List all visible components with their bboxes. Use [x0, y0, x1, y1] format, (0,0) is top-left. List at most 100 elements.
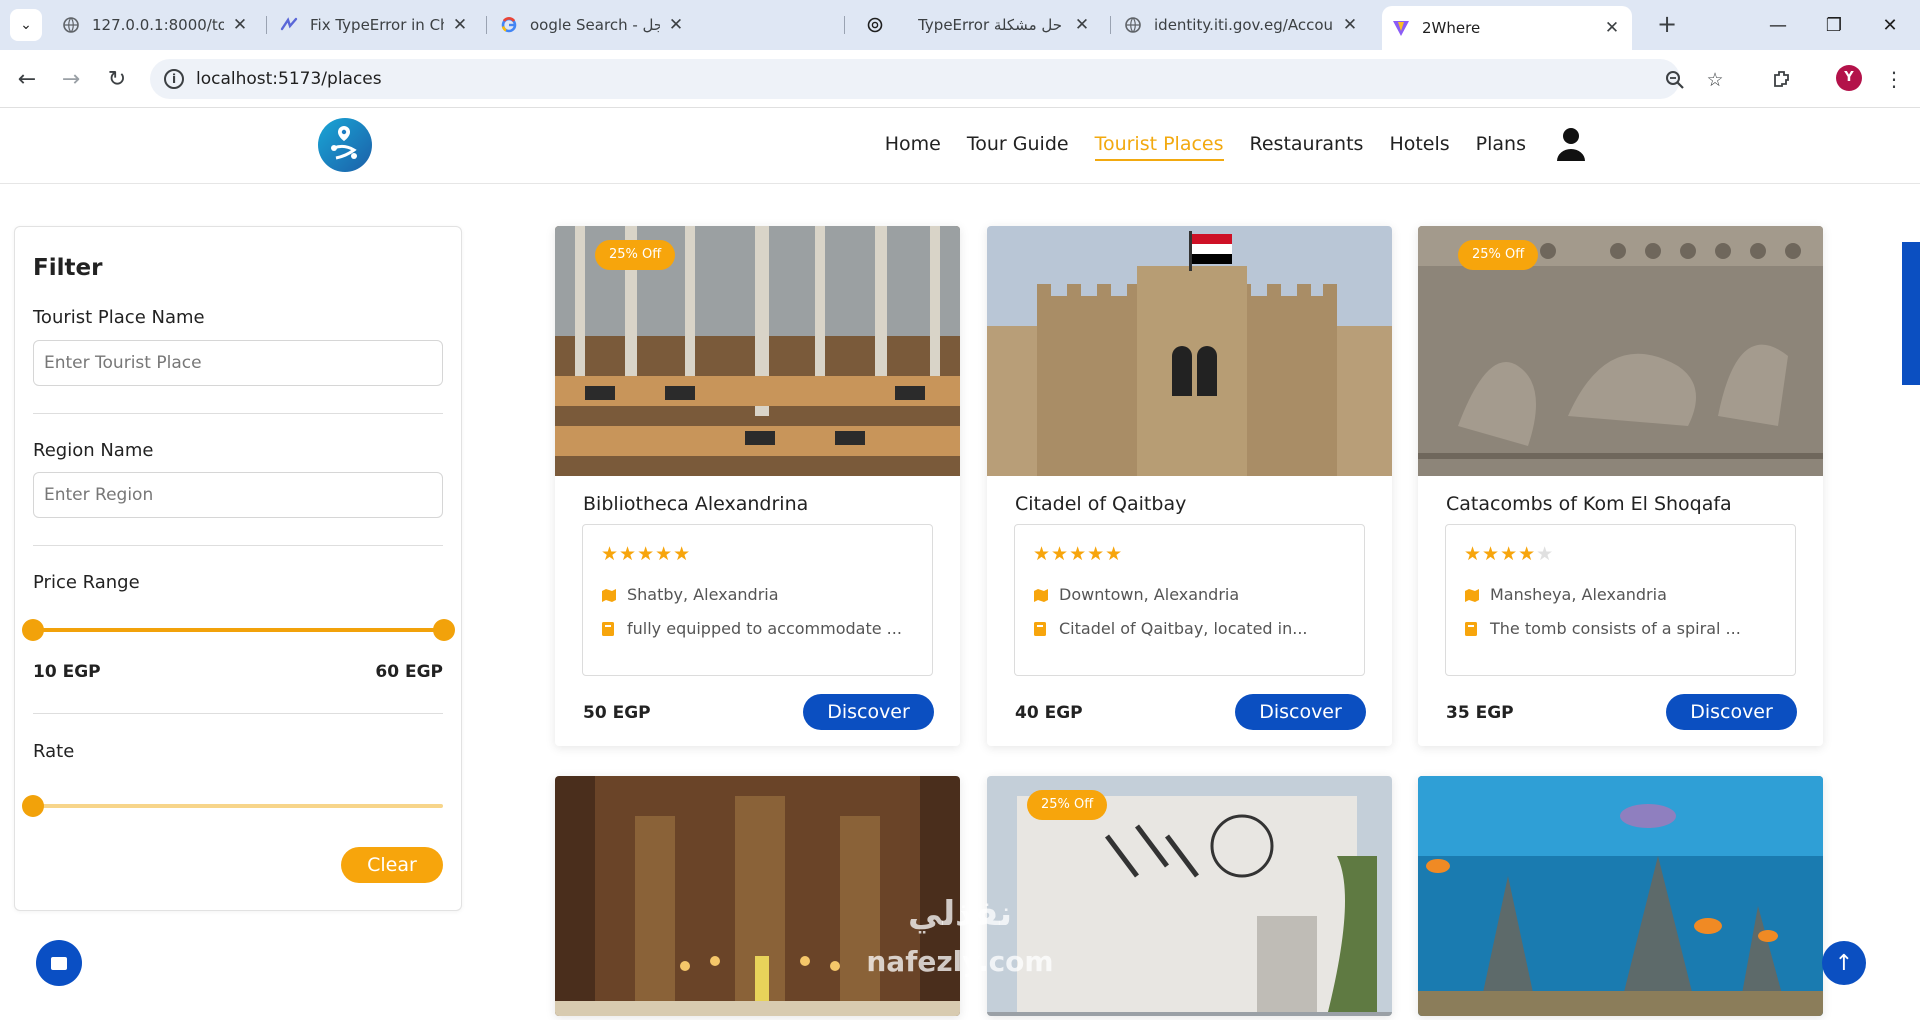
arrow-up-icon: ↑: [1834, 950, 1854, 976]
place-card: 25% Off Catacombs of Kom El Shoqafa ★★★★…: [1418, 226, 1823, 746]
close-icon[interactable]: ✕: [666, 15, 686, 35]
watermark-logo: نفذلي nafezly.com: [866, 894, 1054, 978]
book-icon: [601, 621, 617, 637]
zoom-icon[interactable]: [1664, 69, 1686, 91]
discount-badge: 25% Off: [1458, 240, 1539, 270]
close-icon[interactable]: ✕: [1340, 15, 1360, 35]
extensions-icon[interactable]: [1768, 65, 1796, 93]
restore-button[interactable]: ❐: [1806, 8, 1862, 42]
place-info-box: ★★★★★ Downtown, Alexandria Citadel of Qa…: [1014, 524, 1365, 676]
new-tab-button[interactable]: +: [1652, 10, 1682, 40]
rate-slider-track[interactable]: [33, 804, 443, 808]
place-title[interactable]: Catacombs of Kom El Shoqafa: [1446, 493, 1732, 515]
scroll-to-top-button[interactable]: ↑: [1822, 941, 1866, 985]
price-min-handle[interactable]: [22, 619, 44, 641]
place-image[interactable]: [987, 226, 1392, 476]
browser-tab[interactable]: 127.0.0.1:8000/tour-guides ✕: [52, 8, 260, 42]
forward-button[interactable]: →: [56, 64, 86, 94]
place-card: Citadel of Qaitbay ★★★★★ Downtown, Alexa…: [987, 226, 1392, 746]
tab-title: oogle Search - ترجمة جوجل: [530, 16, 660, 34]
place-price: 50 EGP: [583, 703, 651, 723]
browser-tab[interactable]: oogle Search - ترجمة جوجل ✕: [490, 8, 696, 42]
nav-home[interactable]: Home: [885, 133, 941, 161]
site-logo[interactable]: [318, 118, 372, 172]
tab-search-button[interactable]: ⌄: [10, 9, 42, 41]
place-info-box: ★★★★★ Mansheya, Alexandria The tomb cons…: [1445, 524, 1796, 676]
close-icon[interactable]: ✕: [230, 15, 250, 35]
claude-icon: [280, 16, 298, 34]
rating-stars: ★★★★★: [601, 543, 692, 565]
browser-tab[interactable]: identity.iti.gov.eg/Account ✕: [1114, 8, 1370, 42]
place-card: [1418, 776, 1823, 1016]
site-header: Home Tour Guide Tourist Places Restauran…: [0, 109, 1920, 184]
map-icon: [601, 587, 617, 603]
address-bar[interactable]: i localhost:5173/places ☆: [150, 59, 1724, 99]
browser-tab[interactable]: TypeError حل مشكلة ✕: [856, 8, 1102, 42]
place-description: The tomb consists of a spiral ...: [1464, 619, 1741, 638]
location-text: Shatby, Alexandria: [627, 585, 779, 604]
rating-stars: ★★★★★: [1464, 543, 1555, 565]
url-text[interactable]: localhost:5173/places: [196, 69, 382, 89]
chatgpt-icon: [866, 16, 884, 34]
browser-tab[interactable]: Fix TypeError in Chatbot M ✕: [270, 8, 480, 42]
place-price: 40 EGP: [1015, 703, 1083, 723]
price-max-handle[interactable]: [433, 619, 455, 641]
page-scrollbar[interactable]: [1902, 242, 1920, 385]
map-icon: [1033, 587, 1049, 603]
info-icon[interactable]: i: [164, 69, 184, 89]
browser-tab-active[interactable]: 2Where ✕: [1382, 6, 1632, 50]
location-text: Downtown, Alexandria: [1059, 585, 1240, 604]
close-window-button[interactable]: ✕: [1862, 8, 1918, 42]
region-input[interactable]: [33, 472, 443, 518]
description-text: Citadel of Qaitbay, located in...: [1059, 619, 1308, 638]
price-label: Price Range: [33, 572, 140, 593]
bookmark-star-icon[interactable]: ☆: [1704, 69, 1726, 91]
price-range-track[interactable]: [33, 628, 443, 632]
place-description: Citadel of Qaitbay, located in...: [1033, 619, 1308, 638]
tab-title: Fix TypeError in Chatbot M: [310, 16, 444, 34]
chat-button[interactable]: [36, 940, 82, 986]
place-title[interactable]: Bibliotheca Alexandrina: [583, 493, 808, 515]
menu-dots-icon[interactable]: ⋮: [1880, 65, 1908, 93]
close-icon[interactable]: ✕: [1602, 18, 1622, 38]
close-icon[interactable]: ✕: [1072, 15, 1092, 35]
user-icon[interactable]: [1556, 127, 1586, 161]
place-location: Mansheya, Alexandria: [1464, 585, 1667, 604]
discover-button[interactable]: Discover: [1235, 694, 1366, 730]
nav-plans[interactable]: Plans: [1476, 133, 1526, 161]
region-label: Region Name: [33, 440, 154, 461]
reload-button[interactable]: ↻: [102, 64, 132, 94]
discover-button[interactable]: Discover: [803, 694, 934, 730]
book-icon: [1464, 621, 1480, 637]
nav-tourist-places[interactable]: Tourist Places: [1094, 133, 1224, 161]
divider: [33, 545, 443, 546]
globe-icon: [1124, 16, 1142, 34]
clear-button[interactable]: Clear: [341, 847, 443, 883]
discount-badge: 25% Off: [595, 240, 676, 270]
nav-hotels[interactable]: Hotels: [1389, 133, 1449, 161]
place-title[interactable]: Citadel of Qaitbay: [1015, 493, 1186, 515]
price-max-value: 60 EGP: [375, 662, 443, 682]
globe-icon: [62, 16, 80, 34]
rate-slider-handle[interactable]: [22, 795, 44, 817]
place-info-box: ★★★★★ Shatby, Alexandria fully equipped …: [582, 524, 933, 676]
discount-badge: 25% Off: [1027, 790, 1108, 820]
filter-title: Filter: [33, 255, 103, 281]
place-image[interactable]: [1418, 776, 1823, 1016]
place-description: fully equipped to accommodate ...: [601, 619, 902, 638]
tourist-place-input[interactable]: [33, 340, 443, 386]
description-text: fully equipped to accommodate ...: [627, 619, 902, 638]
nav-restaurants[interactable]: Restaurants: [1250, 133, 1364, 161]
minimize-button[interactable]: —: [1750, 8, 1806, 42]
chevron-down-icon: ⌄: [20, 17, 32, 33]
name-label: Tourist Place Name: [33, 307, 205, 328]
google-icon: [500, 16, 518, 34]
tab-title: 127.0.0.1:8000/tour-guides: [92, 16, 224, 34]
nav-tour-guide[interactable]: Tour Guide: [967, 133, 1069, 161]
discover-button[interactable]: Discover: [1666, 694, 1797, 730]
close-icon[interactable]: ✕: [450, 15, 470, 35]
place-location: Shatby, Alexandria: [601, 585, 779, 604]
back-button[interactable]: ←: [12, 64, 42, 94]
profile-avatar[interactable]: Y: [1836, 65, 1862, 91]
map-icon: [1464, 587, 1480, 603]
